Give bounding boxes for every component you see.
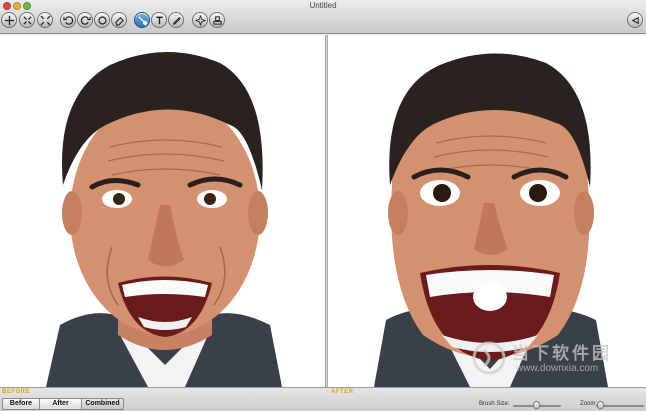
after-photo [328,35,646,387]
warp-tool-button[interactable] [134,12,150,28]
text-icon [155,16,163,24]
watermark-logo-icon [472,341,506,375]
move-tool-button[interactable] [1,12,17,28]
rotate-left-icon [62,15,73,25]
expand-icon [22,15,32,25]
effects-tool-button[interactable] [192,12,208,28]
shrink-icon [39,14,51,26]
watermark-url: www.downxia.com [516,363,599,374]
erase-tool-button[interactable] [111,12,127,28]
eraser-icon [114,16,124,26]
before-view-button[interactable]: Before [2,398,40,410]
pen-icon [172,16,181,25]
title-bar: Untitled [0,0,646,34]
before-canvas[interactable] [0,35,325,387]
rotate-right-icon [80,15,91,25]
move-icon [4,15,14,25]
zoom-label: Zoom: [580,401,598,407]
brush-icon [137,15,148,26]
zoom-slider-knob[interactable] [597,401,604,409]
pinch-tool-button[interactable] [37,12,53,28]
watermark: 当下软件园 www.downxia.com [472,339,622,383]
brush-size-slider-knob[interactable] [533,401,540,409]
after-view-button[interactable]: After [40,398,82,410]
after-canvas[interactable]: 当下软件园 www.downxia.com [328,35,646,387]
rotate-right-tool-button[interactable] [77,12,93,28]
pen-tool-button[interactable] [168,12,184,28]
combined-view-button[interactable]: Combined [82,398,124,410]
refresh-tool-button[interactable] [94,12,110,28]
share-icon [631,16,639,24]
after-label: AFTER [331,389,354,395]
brush-size-label: Brush Size: [479,401,510,407]
before-label: BEFORE [2,389,31,395]
share-tool-button[interactable] [627,12,643,28]
bloat-tool-button[interactable] [19,12,35,28]
refresh-icon [97,15,107,25]
before-photo [0,35,325,387]
window-title: Untitled [309,1,337,10]
sparkle-icon [194,14,206,26]
stamp-icon [212,15,222,25]
stamp-tool-button[interactable] [209,12,225,28]
rotate-left-tool-button[interactable] [60,12,76,28]
watermark-title: 当下软件园 [512,344,612,363]
text-tool-button[interactable] [151,12,167,28]
